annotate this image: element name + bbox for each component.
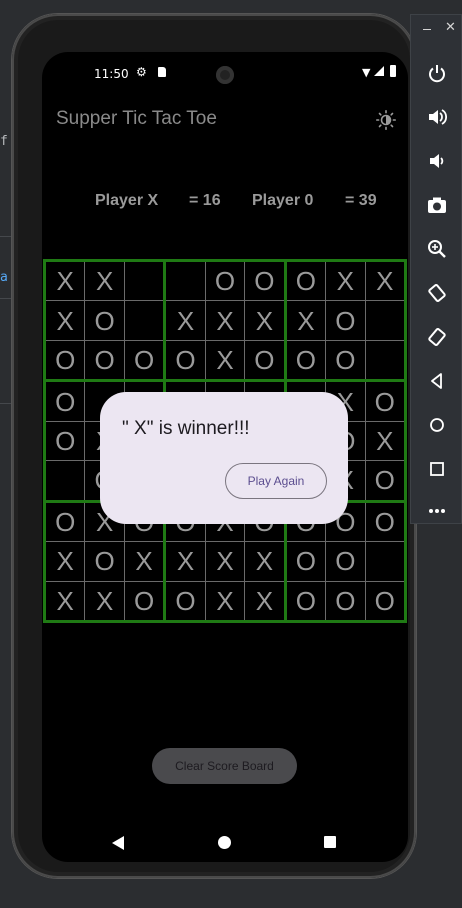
board-cell[interactable]: O — [166, 340, 205, 380]
board-cell[interactable]: O — [365, 502, 404, 542]
board-cell[interactable]: O — [286, 581, 326, 620]
player-x-score: = 16 — [189, 192, 221, 209]
board-cell[interactable] — [124, 301, 164, 340]
board-cell[interactable]: X — [205, 581, 245, 620]
board-cell[interactable]: X — [46, 542, 85, 581]
board-cell[interactable]: O — [46, 382, 85, 421]
board-cell[interactable]: X — [166, 542, 205, 581]
volume-down-icon[interactable] — [425, 149, 449, 173]
board-cell[interactable]: X — [124, 542, 164, 581]
board-cell[interactable]: O — [365, 581, 404, 620]
rotate-right-icon[interactable] — [425, 325, 449, 349]
player-o-label: Player 0 — [252, 192, 314, 209]
close-icon[interactable]: ✕ — [445, 20, 456, 35]
board-cell[interactable]: O — [124, 581, 164, 620]
board-cell[interactable]: O — [326, 301, 365, 340]
player-o-score: = 39 — [345, 192, 377, 209]
settings-gear-icon: ⚙ — [136, 65, 147, 79]
cell-signal-icon — [374, 66, 384, 76]
more-options-icon[interactable] — [425, 499, 449, 523]
board-cell[interactable] — [365, 301, 404, 340]
board-cell[interactable]: X — [85, 581, 124, 620]
emulator-toolbar: ✕ — [410, 14, 462, 524]
board-cell[interactable] — [365, 542, 404, 581]
sd-card-icon — [158, 67, 166, 77]
board-cell[interactable]: O — [166, 581, 205, 620]
board-cell[interactable]: O — [326, 340, 365, 380]
board-cell[interactable]: X — [205, 301, 245, 340]
board-cell[interactable]: O — [124, 340, 164, 380]
winner-message: " X" is winner!!! — [122, 418, 250, 439]
board-cell[interactable]: X — [245, 581, 284, 620]
status-time: 11:50 — [94, 67, 129, 81]
minimize-icon[interactable] — [423, 29, 431, 30]
board-cell[interactable]: O — [85, 340, 124, 380]
front-camera — [216, 66, 234, 84]
clear-score-board-button[interactable]: Clear Score Board — [152, 748, 297, 784]
board-cell[interactable]: O — [326, 542, 365, 581]
board-cell[interactable] — [365, 340, 404, 380]
board-cell[interactable]: X — [46, 301, 85, 340]
board-cell[interactable] — [46, 461, 85, 500]
volume-up-icon[interactable] — [425, 105, 449, 129]
back-icon[interactable] — [425, 369, 449, 393]
play-again-button[interactable]: Play Again — [225, 463, 327, 499]
battery-icon — [390, 65, 396, 77]
subboard-1: XXXOOOO — [46, 262, 164, 380]
board-cell[interactable]: X — [166, 301, 205, 340]
camera-icon[interactable] — [425, 193, 449, 217]
board-cell[interactable]: O — [286, 262, 326, 301]
rotate-left-icon[interactable] — [425, 281, 449, 305]
nav-home-icon[interactable] — [218, 836, 231, 849]
board-cell[interactable]: O — [365, 382, 404, 421]
overview-icon[interactable] — [425, 457, 449, 481]
board-cell[interactable]: O — [205, 262, 245, 301]
board-cell[interactable]: X — [365, 421, 404, 461]
board-cell[interactable]: O — [85, 542, 124, 581]
board-cell[interactable]: O — [245, 262, 284, 301]
emulator-device-frame: 11:50 ⚙ ▼ Supper Tic Tac Toe Player X = … — [12, 14, 416, 878]
board-cell[interactable]: X — [365, 262, 404, 301]
board-cell[interactable]: X — [205, 340, 245, 380]
ide-code-fragment: a — [0, 270, 8, 285]
board-cell[interactable] — [166, 262, 205, 301]
sun-icon[interactable] — [376, 110, 396, 130]
board-cell[interactable]: X — [46, 262, 85, 301]
board-cell[interactable]: X — [286, 301, 326, 340]
home-icon[interactable] — [425, 413, 449, 437]
subboard-3: OXXXOOO — [286, 262, 404, 380]
board-cell[interactable]: O — [286, 340, 326, 380]
player-x-label: Player X — [95, 192, 159, 209]
zoom-icon[interactable] — [425, 237, 449, 261]
subboard-2: OOXXXOXO — [166, 262, 284, 380]
board-cell[interactable]: X — [245, 301, 284, 340]
board-cell[interactable]: O — [286, 542, 326, 581]
wifi-icon: ▼ — [362, 66, 371, 79]
board-cell[interactable]: O — [46, 502, 85, 542]
app-title: Supper Tic Tac Toe — [56, 108, 217, 129]
board-cell[interactable] — [124, 262, 164, 301]
power-icon[interactable] — [425, 61, 449, 85]
board-cell[interactable]: O — [46, 340, 85, 380]
board-cell[interactable]: X — [326, 262, 365, 301]
board-cell[interactable]: O — [245, 340, 284, 380]
board-cell[interactable]: O — [365, 461, 404, 500]
ide-code-fragment: f — [0, 134, 8, 149]
board-cell[interactable]: X — [85, 262, 124, 301]
winner-dialog: " X" is winner!!! Play Again — [100, 392, 348, 524]
nav-back-icon[interactable] — [112, 836, 124, 850]
board-cell[interactable]: O — [85, 301, 124, 340]
board-cell[interactable]: O — [46, 421, 85, 461]
board-cell[interactable]: O — [326, 581, 365, 620]
device-screen: 11:50 ⚙ ▼ Supper Tic Tac Toe Player X = … — [42, 52, 408, 862]
nav-recents-icon[interactable] — [324, 836, 336, 848]
board-cell[interactable]: X — [245, 542, 284, 581]
board-cell[interactable]: X — [205, 542, 245, 581]
board-cell[interactable]: X — [46, 581, 85, 620]
